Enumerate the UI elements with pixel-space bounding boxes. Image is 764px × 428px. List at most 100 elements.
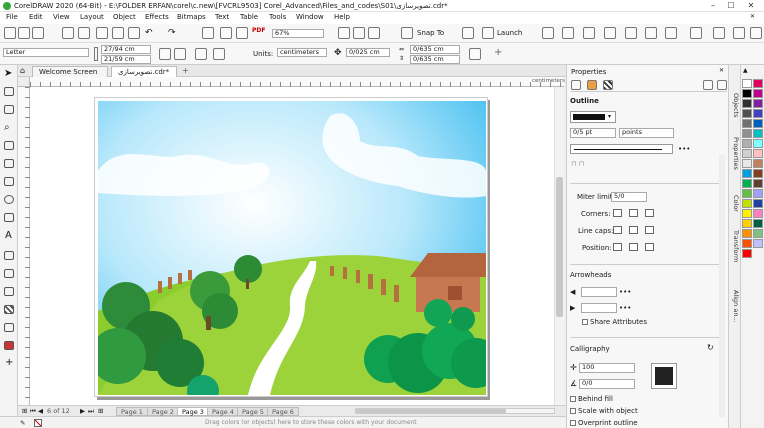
tab-objects[interactable]: Objects	[730, 93, 740, 118]
behind-fill-checkbox[interactable]	[570, 396, 576, 402]
cap-round-button[interactable]	[629, 226, 638, 234]
palette-swatch[interactable]	[753, 219, 763, 228]
add-icon[interactable]: +	[494, 47, 502, 58]
end-arrowhead-select[interactable]	[581, 303, 617, 313]
open-icon[interactable]	[18, 27, 30, 39]
outline-tab-icon[interactable]	[571, 80, 581, 90]
smart-fill-icon[interactable]: +	[5, 357, 13, 368]
palette-swatch[interactable]	[753, 99, 763, 108]
docker-menu-icon[interactable]	[717, 80, 727, 90]
paste-icon[interactable]	[128, 27, 140, 39]
corner-bevel-button[interactable]	[645, 209, 654, 217]
palette-swatch[interactable]	[753, 209, 763, 218]
page-tab-1[interactable]: Page 1	[116, 407, 148, 416]
outline-width-field[interactable]: 0/5 pt	[570, 128, 616, 138]
menu-close-icon[interactable]: ✕	[750, 13, 755, 20]
add-page-end-icon[interactable]: ⊞	[98, 407, 103, 415]
app3-icon[interactable]	[583, 27, 595, 39]
launch-icon[interactable]	[482, 27, 494, 39]
tab-welcome-screen[interactable]: Welcome Screen	[32, 66, 108, 77]
palette-swatch[interactable]	[753, 79, 763, 88]
app1-icon[interactable]	[542, 27, 554, 39]
palette-swatch[interactable]	[753, 139, 763, 148]
cap-square-button[interactable]	[645, 226, 654, 234]
app5-icon[interactable]	[625, 27, 637, 39]
polygon-tool-icon[interactable]	[4, 213, 14, 222]
app7-icon[interactable]	[665, 27, 677, 39]
app11-icon[interactable]	[750, 27, 762, 39]
palette-swatch[interactable]	[742, 169, 752, 178]
angle-field[interactable]: 0/0	[579, 379, 635, 389]
page-tab-4[interactable]: Page 4	[207, 407, 239, 416]
nudge-field[interactable]: 0/025 cm	[346, 48, 390, 57]
palette-swatch[interactable]	[742, 139, 752, 148]
position-outside-button[interactable]	[613, 243, 622, 251]
palette-swatch[interactable]	[742, 99, 752, 108]
menu-object[interactable]: Object	[113, 13, 136, 21]
palette-swatch[interactable]	[742, 199, 752, 208]
palette-swatch[interactable]	[753, 169, 763, 178]
snap-icon[interactable]	[401, 27, 413, 39]
menu-file[interactable]: File	[6, 13, 18, 21]
text-tool-icon[interactable]: A	[5, 230, 12, 241]
end-arrow-more-icon[interactable]: •••	[619, 304, 631, 312]
app8-icon[interactable]	[690, 27, 702, 39]
palette-swatch[interactable]	[753, 129, 763, 138]
start-arrow-more-icon[interactable]: •••	[619, 288, 631, 296]
fullscreen-icon[interactable]	[338, 27, 350, 39]
menu-bitmaps[interactable]: Bitmaps	[177, 13, 206, 21]
interactive-fill-icon[interactable]	[4, 341, 14, 350]
page-frame-icon[interactable]	[469, 48, 481, 60]
palette-swatch[interactable]	[742, 89, 752, 98]
line-style-more-icon[interactable]: •••	[678, 145, 690, 153]
units-select[interactable]: centimeters	[277, 48, 327, 57]
maximize-icon[interactable]: ☐	[722, 0, 740, 12]
guides-icon[interactable]	[368, 27, 380, 39]
palette-swatch[interactable]	[742, 239, 752, 248]
zoom-tool-icon[interactable]: ⌕	[4, 122, 10, 133]
launch-button[interactable]: Launch	[497, 29, 522, 37]
vertical-scrollbar[interactable]	[554, 87, 564, 405]
app2-icon[interactable]	[562, 27, 574, 39]
last-page-icon[interactable]: ⏭	[88, 407, 94, 416]
all-pages-icon[interactable]	[195, 48, 207, 60]
duplicate-y-field[interactable]: 0/635 cm	[410, 55, 460, 64]
outline-units-select[interactable]: points	[619, 128, 674, 138]
pdf-icon[interactable]: PDF	[252, 27, 265, 34]
palette-swatch[interactable]	[753, 159, 763, 168]
horizontal-scroll-thumb[interactable]	[356, 409, 506, 413]
miter-field[interactable]: 5/0	[611, 192, 647, 202]
line-style-select[interactable]	[570, 144, 673, 154]
export-icon[interactable]	[236, 27, 248, 39]
parallel-dim-icon[interactable]	[4, 251, 14, 260]
minimize-icon[interactable]: –	[704, 0, 722, 12]
vertical-ruler[interactable]	[18, 87, 30, 405]
pick-tool-icon[interactable]: ➤	[4, 68, 12, 79]
palette-swatch[interactable]	[742, 109, 752, 118]
palette-swatch[interactable]	[742, 219, 752, 228]
duplicate-x-field[interactable]: 0/635 cm	[410, 45, 460, 54]
palette-swatch[interactable]	[753, 149, 763, 158]
position-center-button[interactable]	[629, 243, 638, 251]
outline-color-picker[interactable]: ▾	[570, 111, 616, 123]
palette-swatch[interactable]	[753, 199, 763, 208]
palette-swatch[interactable]	[742, 149, 752, 158]
search-icon[interactable]	[202, 27, 214, 39]
app10-icon[interactable]	[733, 27, 745, 39]
menu-layout[interactable]: Layout	[80, 13, 104, 21]
copy-icon[interactable]	[112, 27, 124, 39]
new-icon[interactable]	[4, 27, 16, 39]
app6-icon[interactable]	[645, 27, 657, 39]
docker-close-icon[interactable]: ✕	[719, 67, 724, 74]
options-gear-icon[interactable]	[462, 27, 474, 39]
tab-align[interactable]: Align an...	[730, 290, 740, 323]
palette-swatch[interactable]	[742, 159, 752, 168]
palette-swatch[interactable]	[742, 229, 752, 238]
palette-swatch[interactable]	[742, 209, 752, 218]
menu-view[interactable]: View	[53, 13, 70, 21]
home-icon[interactable]: ⌂	[20, 66, 25, 75]
stretch-field[interactable]: 100	[579, 363, 635, 373]
transparency-icon[interactable]	[4, 305, 14, 314]
undo-icon[interactable]: ↶	[145, 28, 153, 38]
crop-tool-icon[interactable]	[4, 105, 14, 114]
